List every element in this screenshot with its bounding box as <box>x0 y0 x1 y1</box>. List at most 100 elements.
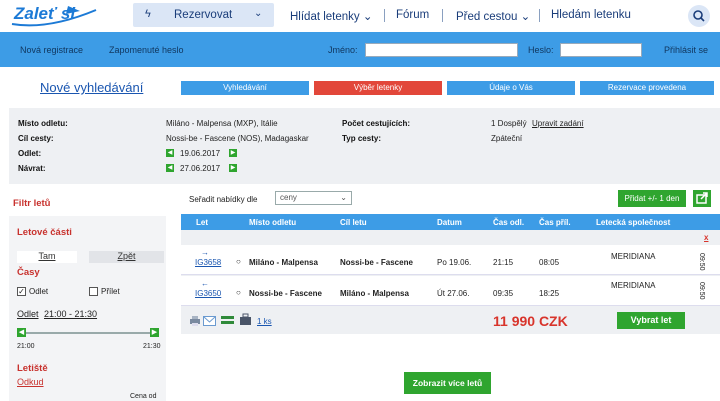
segments-heading: Letové části <box>17 227 72 238</box>
departure-time: 09:35 <box>493 289 514 298</box>
show-more-button[interactable]: Zobrazit více letů <box>404 372 491 394</box>
results-table-header: Let Místo odletu Cíl letu Datum Čas odl.… <box>181 214 720 230</box>
nav-separator <box>539 9 540 22</box>
col-arrival-time: Čas příl. <box>539 218 571 227</box>
time-range-value: 21:00 - 21:30 <box>44 309 98 319</box>
reserve-label: Rezervovat <box>174 9 233 21</box>
nav-before-link[interactable]: Před cestou ⌄ <box>456 9 530 23</box>
trip-type-label: Typ cesty: <box>342 134 381 143</box>
new-search-link[interactable]: Nové vyhledávání <box>40 80 143 95</box>
col-origin: Místo odletu <box>249 218 297 227</box>
passengers-label: Počet cestujících: <box>342 119 411 128</box>
times-heading: Časy <box>17 267 40 278</box>
baggage-icon <box>240 313 251 325</box>
airline-name: MERIDIANA <box>611 252 656 261</box>
nav-separator <box>442 9 443 22</box>
arrival-time: 18:25 <box>539 289 560 298</box>
departure-checkbox[interactable]: ✓ <box>17 287 26 296</box>
from-value: Miláno - Malpensa (MXP), Itálie <box>166 119 278 128</box>
chevron-down-icon: ⌄ <box>340 193 347 202</box>
password-input[interactable] <box>560 43 642 57</box>
to-value: Nossi-be - Fascene (NOS), Madagaskar <box>166 134 309 143</box>
name-input[interactable] <box>365 43 518 57</box>
forgot-password-link[interactable]: Zapomenuté heslo <box>109 45 184 55</box>
step-reservation-done: Rezervace provedena <box>580 81 714 95</box>
flight-date: Út 27.06. <box>437 289 470 298</box>
nav-forum-link[interactable]: Fórum <box>396 9 429 21</box>
nav-separator <box>384 9 385 22</box>
step-select-ticket: Výběr letenky <box>314 81 442 95</box>
arrival-time: 08:05 <box>539 258 560 267</box>
register-link[interactable]: Nová registrace <box>20 45 83 55</box>
chevron-down-icon: ⌄ <box>254 8 263 19</box>
prev-day-button[interactable]: ◀ <box>166 164 174 172</box>
airline-name: MERIDIANA <box>611 281 656 290</box>
tab-there[interactable]: Tam <box>17 251 77 263</box>
return-date: 27.06.2017 <box>180 164 221 173</box>
flight-code-link[interactable]: IG3658 <box>195 258 221 267</box>
col-date: Datum <box>437 218 462 227</box>
origin-filter-link[interactable]: Odkud <box>17 377 44 387</box>
time-range-label: Odlet <box>17 309 39 319</box>
logo[interactable]: Zaleť si <box>8 2 100 28</box>
baggage-count-link[interactable]: 1 ks <box>257 317 272 326</box>
price-from-label: Cena od <box>130 393 157 400</box>
table-row[interactable]: ← IG3650 ○ Nossi-be - Fascene Miláno - M… <box>181 276 720 306</box>
return-label: Návrat: <box>18 164 46 173</box>
flight-duration: 09:50 <box>698 282 705 300</box>
departure-checkbox-label: Odlet <box>29 287 49 296</box>
reserve-menu-button[interactable]: ϟ Rezervovat ⌄ <box>133 3 274 27</box>
flight-duration: 09:50 <box>698 253 705 271</box>
departure-label: Odlet: <box>18 149 42 158</box>
time-slider-track[interactable] <box>17 332 159 334</box>
arrival-checkbox[interactable] <box>89 287 98 296</box>
add-day-button[interactable]: Přidat +/- 1 den <box>618 190 686 207</box>
trip-type-value: Zpáteční <box>491 134 523 143</box>
nav-searching-link[interactable]: Hledám letenku <box>551 9 631 21</box>
login-bar: Nová registrace Zapomenuté heslo Jméno: … <box>0 32 720 67</box>
flight-destination: Miláno - Malpensa <box>340 289 409 298</box>
radio-icon[interactable]: ○ <box>236 257 241 266</box>
tab-back[interactable]: Zpět <box>89 251 164 263</box>
slider-min-handle[interactable]: ◀ <box>17 328 26 337</box>
select-flight-button[interactable]: Vybrat let <box>617 312 685 329</box>
search-button[interactable] <box>688 5 710 27</box>
nav-watch-link[interactable]: Hlídat letenky ⌄ <box>290 9 373 23</box>
sort-select[interactable]: ceny ⌄ <box>275 191 352 205</box>
next-day-button[interactable]: ▶ <box>229 149 237 157</box>
password-label: Heslo: <box>528 45 554 55</box>
share-icon <box>696 192 708 204</box>
direction-arrow-icon: → <box>201 248 209 257</box>
email-icon[interactable] <box>203 316 216 326</box>
from-label: Místo odletu: <box>18 119 68 128</box>
step-search[interactable]: Vyhledávání <box>181 81 309 95</box>
close-results-button[interactable]: x <box>704 233 708 242</box>
name-label: Jméno: <box>328 45 358 55</box>
table-row[interactable]: → IG3658 ○ Miláno - Malpensa Nossi-be - … <box>181 245 720 275</box>
slider-max-handle[interactable]: ▶ <box>150 328 159 337</box>
airports-heading: Letiště <box>17 363 48 374</box>
offer-price: 11 990 CZK <box>493 313 568 329</box>
top-navigation: Zaleť si ϟ Rezervovat ⌄ Hlídat letenky ⌄… <box>0 0 720 31</box>
logo-text: Zaleť si <box>14 4 76 23</box>
col-airline: Letecká společnost <box>596 218 671 227</box>
radio-icon[interactable]: ○ <box>236 288 241 297</box>
slider-max-label: 21:30 <box>143 343 161 350</box>
print-icon[interactable] <box>189 315 201 327</box>
filter-title: Filtr letů <box>13 198 51 209</box>
slider-min-label: 21:00 <box>17 343 35 350</box>
departure-date: 19.06.2017 <box>180 149 221 158</box>
edit-search-link[interactable]: Upravit zadání <box>532 119 584 128</box>
meal-icon[interactable] <box>221 314 234 326</box>
prev-day-button[interactable]: ◀ <box>166 149 174 157</box>
to-label: Cíl cesty: <box>18 134 54 143</box>
col-destination: Cíl letu <box>340 218 367 227</box>
flight-code-link[interactable]: IG3650 <box>195 289 221 298</box>
direction-arrow-icon: ← <box>201 279 209 288</box>
share-button[interactable] <box>693 190 711 207</box>
next-day-button[interactable]: ▶ <box>229 164 237 172</box>
col-flight: Let <box>196 218 208 227</box>
flight-date: Po 19.06. <box>437 258 472 267</box>
login-button[interactable]: Přihlásit se <box>664 45 708 55</box>
sort-value: ceny <box>280 193 297 202</box>
